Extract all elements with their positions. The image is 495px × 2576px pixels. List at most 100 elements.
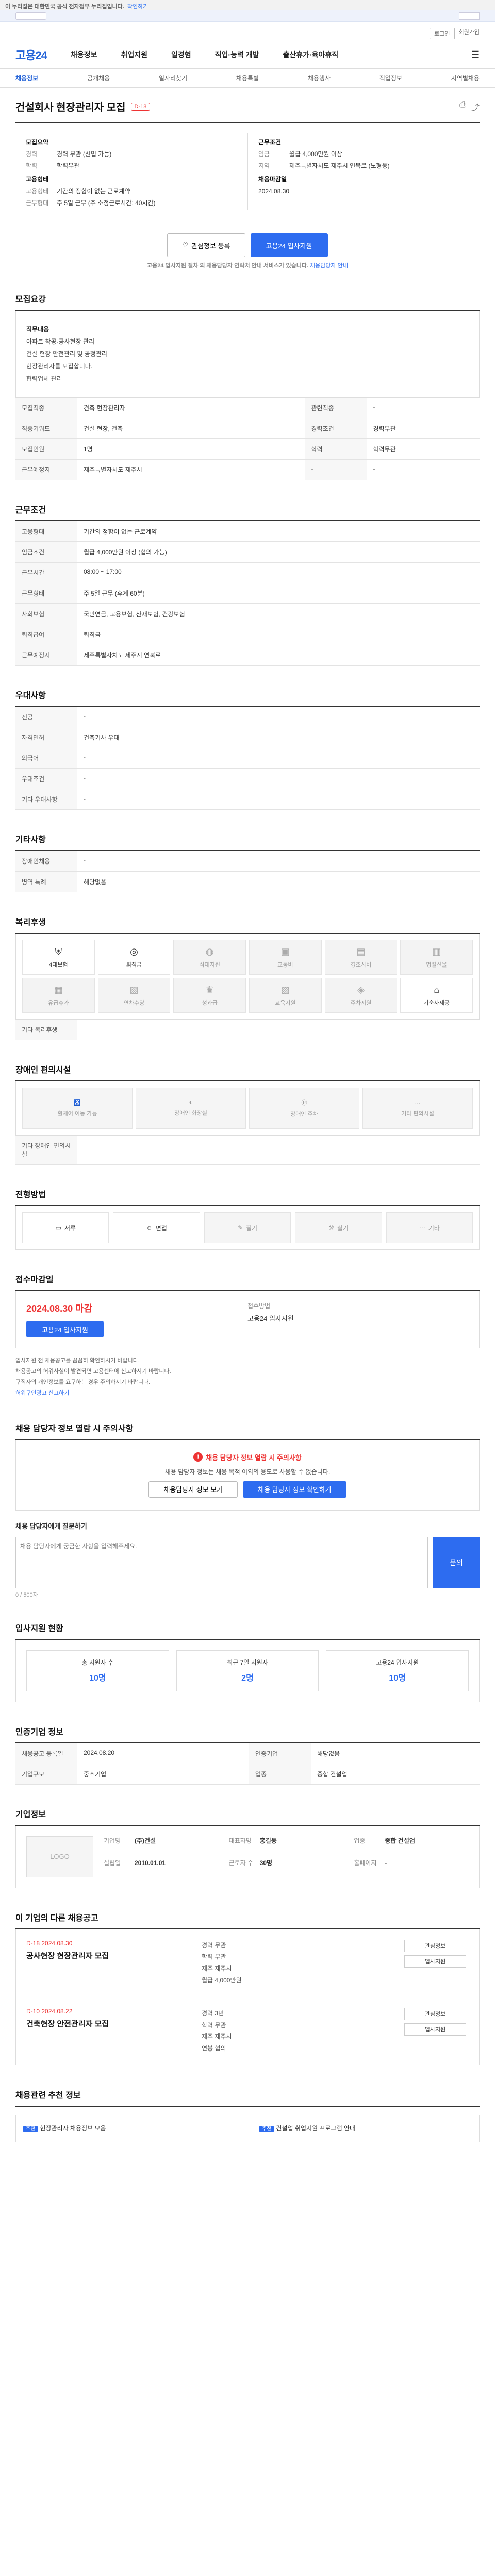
- gov-banner-link[interactable]: 확인하기: [127, 2, 148, 10]
- table-row: 근무예정지 제주특별자치도 제주시 - -: [15, 459, 480, 480]
- kv-key: 임금: [258, 150, 270, 158]
- main-nav: 고용24 채용정보 취업지원 일경험 직업·능력 개발 출산휴가·육아휴직 ☰: [0, 41, 495, 69]
- warnings: 입사지원 전 채용공고를 꼼꼼히 확인하시기 바랍니다. 채용공고의 허위사실이…: [15, 1355, 480, 1399]
- subnav-1[interactable]: 공개채용: [87, 74, 110, 82]
- notice-link[interactable]: 채용담당자 안내: [310, 263, 348, 269]
- job-card[interactable]: D-18 2024.08.30 공사현장 현장관리자 모집 경력 무관 학력 무관 제…: [15, 1929, 480, 1997]
- company-section: 기업정보 LOGO 기업명 (주)건설 대표자명 홍길동 업종 종합 건설업 설립일 2…: [15, 1807, 480, 1888]
- warning-line: 입사지원 전 채용공고를 꼼꼼히 확인하시기 바랍니다.: [15, 1358, 140, 1364]
- qa-title: 채용 담당자에게 질문하기: [15, 1522, 87, 1530]
- process-grid: ▭ 서류 ☺ 면접 ✎ 필기 ⚒ 실기 ⋯ 기타: [15, 1206, 480, 1250]
- process-title: 전형방법: [15, 1188, 480, 1206]
- kv-value: 제주특별자치도 제주시 연북로 (노형동): [289, 162, 390, 170]
- duty-line: 현장관리자를 모집합니다.: [26, 363, 93, 370]
- job-apply-button[interactable]: 입사지원: [404, 1955, 466, 1968]
- disabled-section: 장애인 편의시설 ♿ 휠체어 이동 가능 ◐ 장애인 화장실 Ⓟ 장애인 주차 ⋯ 기타…: [15, 1063, 480, 1165]
- welfare-item: ◈ 주차지원: [324, 978, 398, 1013]
- welfare-item: ▦ 유급휴가: [22, 978, 95, 1013]
- nav-leave[interactable]: 출산휴가·육아휴직: [283, 49, 339, 60]
- employment-header: 고용형태: [26, 176, 49, 183]
- job-scrap-button[interactable]: 관심정보: [404, 2007, 466, 2020]
- subnav-5[interactable]: 직업정보: [380, 74, 402, 82]
- nav-support[interactable]: 취업지원: [121, 49, 147, 60]
- etc-section: 기타사항 장애인채용 - 병역 특례 해당없음: [15, 833, 480, 892]
- job-scrap-button[interactable]: 관심정보: [404, 1939, 466, 1952]
- subnav-6[interactable]: 지역별채용: [451, 74, 480, 82]
- etc-title: 기타사항: [15, 833, 480, 851]
- job-apply-button[interactable]: 입사지원: [404, 2023, 466, 2036]
- duty-subtitle: 직무내용: [26, 326, 50, 333]
- job-card[interactable]: D-10 2024.08.22 건축현장 안전관리자 모집 경력 3년 학력 무관 제…: [15, 1997, 480, 2065]
- shield-icon: ⛨: [55, 946, 62, 957]
- etc-icon: ⋯: [415, 1099, 421, 1106]
- table-row: 직종키워드 건설 현장, 건축 경력조건 경력무관: [15, 418, 480, 439]
- subnav-2[interactable]: 일자리찾기: [159, 74, 187, 82]
- apply-title: 채용 담당자 정보 열람 시 주의사항: [15, 1421, 480, 1440]
- table-row: 임금조건 월급 4,000만원 이상 (협의 가능): [15, 541, 480, 563]
- wage-header: 근무조건: [258, 139, 282, 146]
- pencil-icon: ✎: [237, 1224, 243, 1231]
- promo-section: 채용관련 추천 정보 추천 현장관리자 채용정보 모음 추천 건설업 취업지원 프로…: [15, 2088, 480, 2142]
- job-title: 건설회사 현장관리자 모집: [15, 102, 126, 113]
- join-link[interactable]: 회원가입: [459, 28, 480, 39]
- lang-select[interactable]: [459, 12, 480, 20]
- table-row: 병역 특례 해당없음: [15, 871, 480, 892]
- apply-notice: 고용24 입사지원 절차 외 채용담당자 연락처 안내 서비스가 있습니다. 채…: [147, 263, 348, 269]
- period-apply-button[interactable]: 고용24 입사지원: [26, 1321, 104, 1337]
- qa-input[interactable]: [15, 1536, 428, 1588]
- gov-pill[interactable]: [15, 12, 46, 20]
- deadline-date: 2024.08.30 마감: [26, 1303, 93, 1314]
- confirm-manager-button[interactable]: 채용 담당자 정보 확인하기: [243, 1481, 346, 1498]
- logo[interactable]: 고용24: [15, 46, 47, 63]
- promo-grid: 추천 현장관리자 채용정보 모음 추천 건설업 취업지원 프로그램 안내: [15, 2105, 480, 2142]
- document-icon: ▭: [55, 1224, 61, 1231]
- apply-button[interactable]: 고용24 입사지원: [250, 233, 328, 257]
- util-header: 로그인 회원가입: [0, 22, 495, 41]
- hamburger-icon[interactable]: ☰: [471, 49, 480, 60]
- table-row: 기업규모 중소기업 업종 종합 건설업: [15, 1764, 480, 1785]
- subnav-3[interactable]: 채용특별: [236, 74, 259, 82]
- book-icon: ▨: [280, 984, 290, 995]
- table-row: 외국어 -: [15, 748, 480, 769]
- welfare-item: ▧ 연차수당: [97, 978, 171, 1013]
- promo-card[interactable]: 추천 현장관리자 채용정보 모음: [15, 2114, 243, 2142]
- nav-jobs[interactable]: 채용정보: [71, 49, 97, 60]
- wheelchair-icon: ♿: [74, 1099, 81, 1106]
- promo-title: 채용관련 추천 정보: [15, 2091, 81, 2100]
- table-row: 자격면허 건축기사 우대: [15, 727, 480, 748]
- stat-card: 총 지원자 수 10명: [26, 1650, 169, 1691]
- table-row: 기타 복리후생: [15, 1020, 480, 1040]
- kv-value: 경력 무관 (신입 가능): [57, 150, 112, 158]
- nav-training[interactable]: 직업·능력 개발: [215, 49, 259, 60]
- welfare-section: 복리후생 ⛨ 4대보험 ◎ 퇴직금 ◍ 식대지원 ▣ 교통비 ▤ 경조사비 ▥ 명절선물 ▦…: [15, 915, 480, 1040]
- table-row: 고용형태 기간의 정함이 없는 근로계약: [15, 521, 480, 542]
- qa-form: 문의: [15, 1536, 480, 1588]
- nav-experience[interactable]: 일경험: [171, 49, 191, 60]
- share-icon[interactable]: ⤴: [471, 100, 480, 113]
- scrap-button[interactable]: ♡ 관심정보 등록: [167, 233, 245, 257]
- welfare-item: ▣ 교통비: [249, 940, 322, 975]
- dday-badge: D-18: [130, 102, 151, 111]
- report-link[interactable]: 허위구인광고 신고하기: [15, 1388, 480, 1399]
- duty-line: 협력업체 관리: [26, 375, 62, 382]
- qa-send-button[interactable]: 문의: [433, 1536, 480, 1588]
- table-row: 채용공고 등록일 2024.08.20 인증기업 해당없음: [15, 1743, 480, 1764]
- disabled-item: Ⓟ 장애인 주차: [249, 1088, 359, 1129]
- table-row: 우대조건 -: [15, 768, 480, 789]
- view-manager-button[interactable]: 채용담당자 정보 보기: [148, 1481, 238, 1498]
- promo-card[interactable]: 추천 건설업 취업지원 프로그램 안내: [252, 2114, 480, 2142]
- warning-line: 채용공고의 허위사실이 발견되면 고용센터에 신고하시기 바랍니다.: [15, 1368, 171, 1375]
- alert-icon: !: [193, 1452, 203, 1462]
- disabled-grid: ♿ 휠체어 이동 가능 ◐ 장애인 화장실 Ⓟ 장애인 주차 ⋯ 기타 편의시설: [15, 1081, 480, 1136]
- process-section: 전형방법 ▭ 서류 ☺ 면접 ✎ 필기 ⚒ 실기 ⋯ 기타: [15, 1188, 480, 1250]
- process-item: ☺ 면접: [113, 1212, 200, 1243]
- subnav-0[interactable]: 채용정보: [15, 74, 38, 82]
- duty-table: 모집직종 건축 현장관리자 관련직종 - 직종키워드 건설 현장, 건축 경력조건 경력무관…: [15, 398, 480, 480]
- conditions-section: 근무조건 고용형태 기간의 정함이 없는 근로계약 임금조건 월급 4,000만원 …: [15, 503, 480, 666]
- print-icon[interactable]: ⎙: [459, 100, 466, 113]
- subnav-4[interactable]: 채용행사: [308, 74, 331, 82]
- table-row: 장애인채용 -: [15, 851, 480, 872]
- company-grid: 기업명 (주)건설 대표자명 홍길동 업종 종합 건설업 설립일 2010.01.01 …: [104, 1837, 415, 1867]
- login-link[interactable]: 로그인: [430, 28, 455, 39]
- process-item: ⚒ 실기: [295, 1212, 382, 1243]
